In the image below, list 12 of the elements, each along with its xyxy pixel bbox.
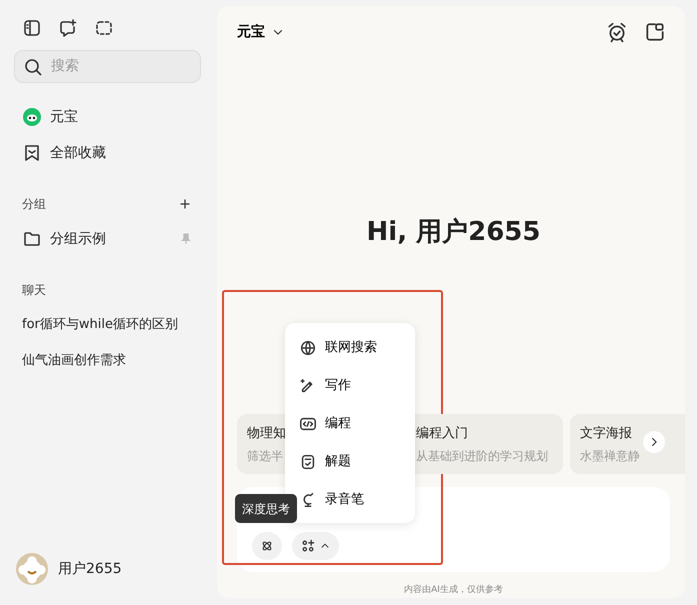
card-title: 编程入门 — [416, 425, 468, 443]
greeting: Hi, 用户2655 — [366, 216, 542, 249]
card-title: 文字海报 — [580, 425, 632, 443]
section-header: 聊天 — [22, 282, 46, 299]
card-subtitle: 水墨禅意静 — [580, 448, 640, 464]
section-header: 分组 — [22, 196, 46, 213]
tooltip: 深度思考 — [235, 494, 297, 523]
card-subtitle: 从基础到进阶的学习规划 — [416, 448, 548, 464]
user-name: 用户2655 — [58, 560, 122, 578]
disclaimer: 内容由AI生成，仅供参考 — [403, 584, 504, 597]
card-title: 物理知 — [247, 425, 286, 443]
card-subtitle: 筛选半 — [247, 448, 283, 464]
